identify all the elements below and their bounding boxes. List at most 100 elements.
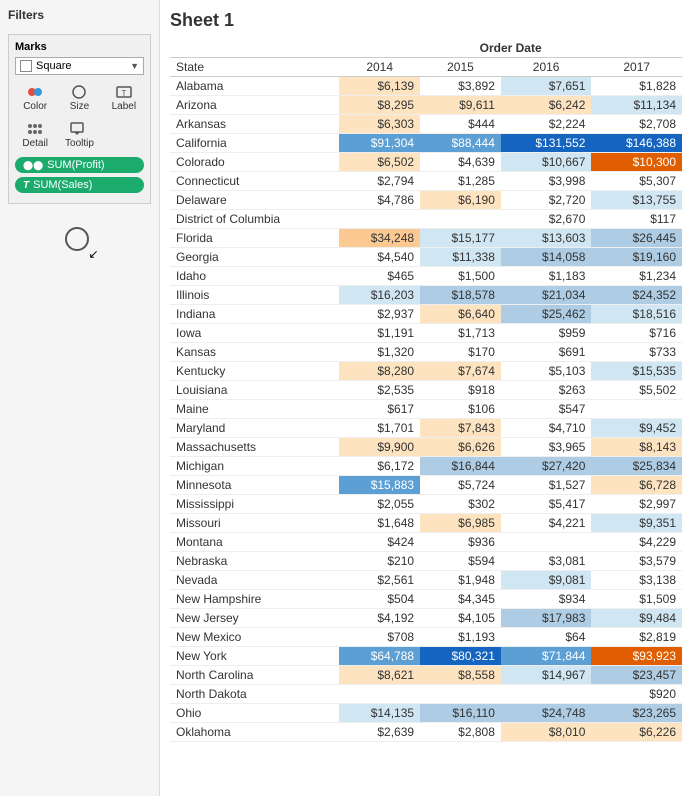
profit-pill-label: SUM(Profit): [47, 159, 104, 171]
table-row: Maine$617$106$547: [170, 400, 682, 419]
state-cell: Connecticut: [170, 172, 339, 191]
value-cell: $7,651: [501, 77, 592, 96]
value-cell: [339, 210, 420, 229]
state-cell: Mississippi: [170, 495, 339, 514]
value-cell: $24,352: [591, 286, 682, 305]
tooltip-button[interactable]: Tooltip: [59, 118, 99, 151]
value-cell: $91,304: [339, 134, 420, 153]
value-cell: $18,578: [420, 286, 501, 305]
marks-grid: Color Size T Label: [15, 81, 144, 151]
value-cell: $18,516: [591, 305, 682, 324]
value-cell: $5,103: [501, 362, 592, 381]
value-cell: $4,105: [420, 609, 501, 628]
state-cell: Missouri: [170, 514, 339, 533]
table-row: Montana$424$936$4,229: [170, 533, 682, 552]
value-cell: $9,900: [339, 438, 420, 457]
value-cell: $8,558: [420, 666, 501, 685]
value-cell: $4,192: [339, 609, 420, 628]
cursor-arrow-icon: ↙: [88, 247, 98, 261]
state-cell: Alabama: [170, 77, 339, 96]
value-cell: $1,285: [420, 172, 501, 191]
value-cell: [420, 210, 501, 229]
table-row: New York$64,788$80,321$71,844$93,923: [170, 647, 682, 666]
value-cell: $13,755: [591, 191, 682, 210]
state-cell: Nevada: [170, 571, 339, 590]
value-cell: $6,139: [339, 77, 420, 96]
value-cell: $1,183: [501, 267, 592, 286]
table-row: North Dakota$920: [170, 685, 682, 704]
marks-section: Marks Square ▼ Color Size T: [8, 34, 151, 204]
value-cell: [591, 400, 682, 419]
value-cell: $733: [591, 343, 682, 362]
state-cell: New Hampshire: [170, 590, 339, 609]
value-cell: $26,445: [591, 229, 682, 248]
value-cell: $1,527: [501, 476, 592, 495]
table-row: Mississippi$2,055$302$5,417$2,997: [170, 495, 682, 514]
detail-label: Detail: [22, 138, 48, 149]
value-cell: $6,303: [339, 115, 420, 134]
profit-pill[interactable]: ⬤⬤ SUM(Profit): [15, 157, 144, 173]
tooltip-icon: [68, 120, 90, 138]
value-cell: [501, 533, 592, 552]
mark-type-label: Square: [36, 60, 71, 72]
label-label: Label: [112, 101, 136, 112]
value-cell: $5,724: [420, 476, 501, 495]
value-cell: $2,819: [591, 628, 682, 647]
cursor-circle: [65, 227, 89, 251]
value-cell: $716: [591, 324, 682, 343]
value-cell: $13,603: [501, 229, 592, 248]
table-row: Alabama$6,139$3,892$7,651$1,828: [170, 77, 682, 96]
value-cell: $16,110: [420, 704, 501, 723]
table-row: Missouri$1,648$6,985$4,221$9,351: [170, 514, 682, 533]
value-cell: $6,172: [339, 457, 420, 476]
detail-button[interactable]: Detail: [15, 118, 55, 151]
table-wrapper[interactable]: Order Date State 2014 2015 2016 2017 Ala…: [170, 39, 682, 796]
value-cell: $4,639: [420, 153, 501, 172]
value-cell: $14,967: [501, 666, 592, 685]
sales-pill-label: SUM(Sales): [33, 179, 92, 191]
color-button[interactable]: Color: [15, 81, 55, 114]
value-cell: $1,648: [339, 514, 420, 533]
value-cell: $8,295: [339, 96, 420, 115]
value-cell: $6,242: [501, 96, 592, 115]
col-header-state: [170, 39, 339, 58]
mark-type-dropdown[interactable]: Square ▼: [15, 57, 144, 75]
value-cell: $1,509: [591, 590, 682, 609]
state-cell: Idaho: [170, 267, 339, 286]
value-cell: [339, 685, 420, 704]
square-mark-icon: [20, 60, 32, 72]
value-cell: $1,713: [420, 324, 501, 343]
value-cell: $1,234: [591, 267, 682, 286]
value-cell: $10,667: [501, 153, 592, 172]
value-cell: [501, 685, 592, 704]
label-button[interactable]: T Label: [104, 81, 144, 114]
value-cell: $504: [339, 590, 420, 609]
value-cell: $6,190: [420, 191, 501, 210]
value-cell: $1,193: [420, 628, 501, 647]
value-cell: $25,462: [501, 305, 592, 324]
table-row: Louisiana$2,535$918$263$5,502: [170, 381, 682, 400]
value-cell: $146,388: [591, 134, 682, 153]
data-table: Order Date State 2014 2015 2016 2017 Ala…: [170, 39, 682, 742]
table-row: Colorado$6,502$4,639$10,667$10,300: [170, 153, 682, 172]
value-cell: $10,300: [591, 153, 682, 172]
sales-pill[interactable]: T SUM(Sales): [15, 177, 144, 193]
state-cell: Georgia: [170, 248, 339, 267]
color-label: Color: [23, 101, 47, 112]
value-cell: $6,640: [420, 305, 501, 324]
value-cell: $21,034: [501, 286, 592, 305]
chevron-down-icon: ▼: [130, 61, 139, 71]
state-cell: Maine: [170, 400, 339, 419]
value-cell: $117: [591, 210, 682, 229]
state-cell: New York: [170, 647, 339, 666]
value-cell: $1,500: [420, 267, 501, 286]
table-row: Arizona$8,295$9,611$6,242$11,134: [170, 96, 682, 115]
size-button[interactable]: Size: [59, 81, 99, 114]
sheet-title: Sheet 1: [170, 10, 682, 31]
state-cell: North Carolina: [170, 666, 339, 685]
detail-icon: [24, 120, 46, 138]
value-cell: $594: [420, 552, 501, 571]
value-cell: $8,621: [339, 666, 420, 685]
table-row: Nevada$2,561$1,948$9,081$3,138: [170, 571, 682, 590]
value-cell: $15,883: [339, 476, 420, 495]
